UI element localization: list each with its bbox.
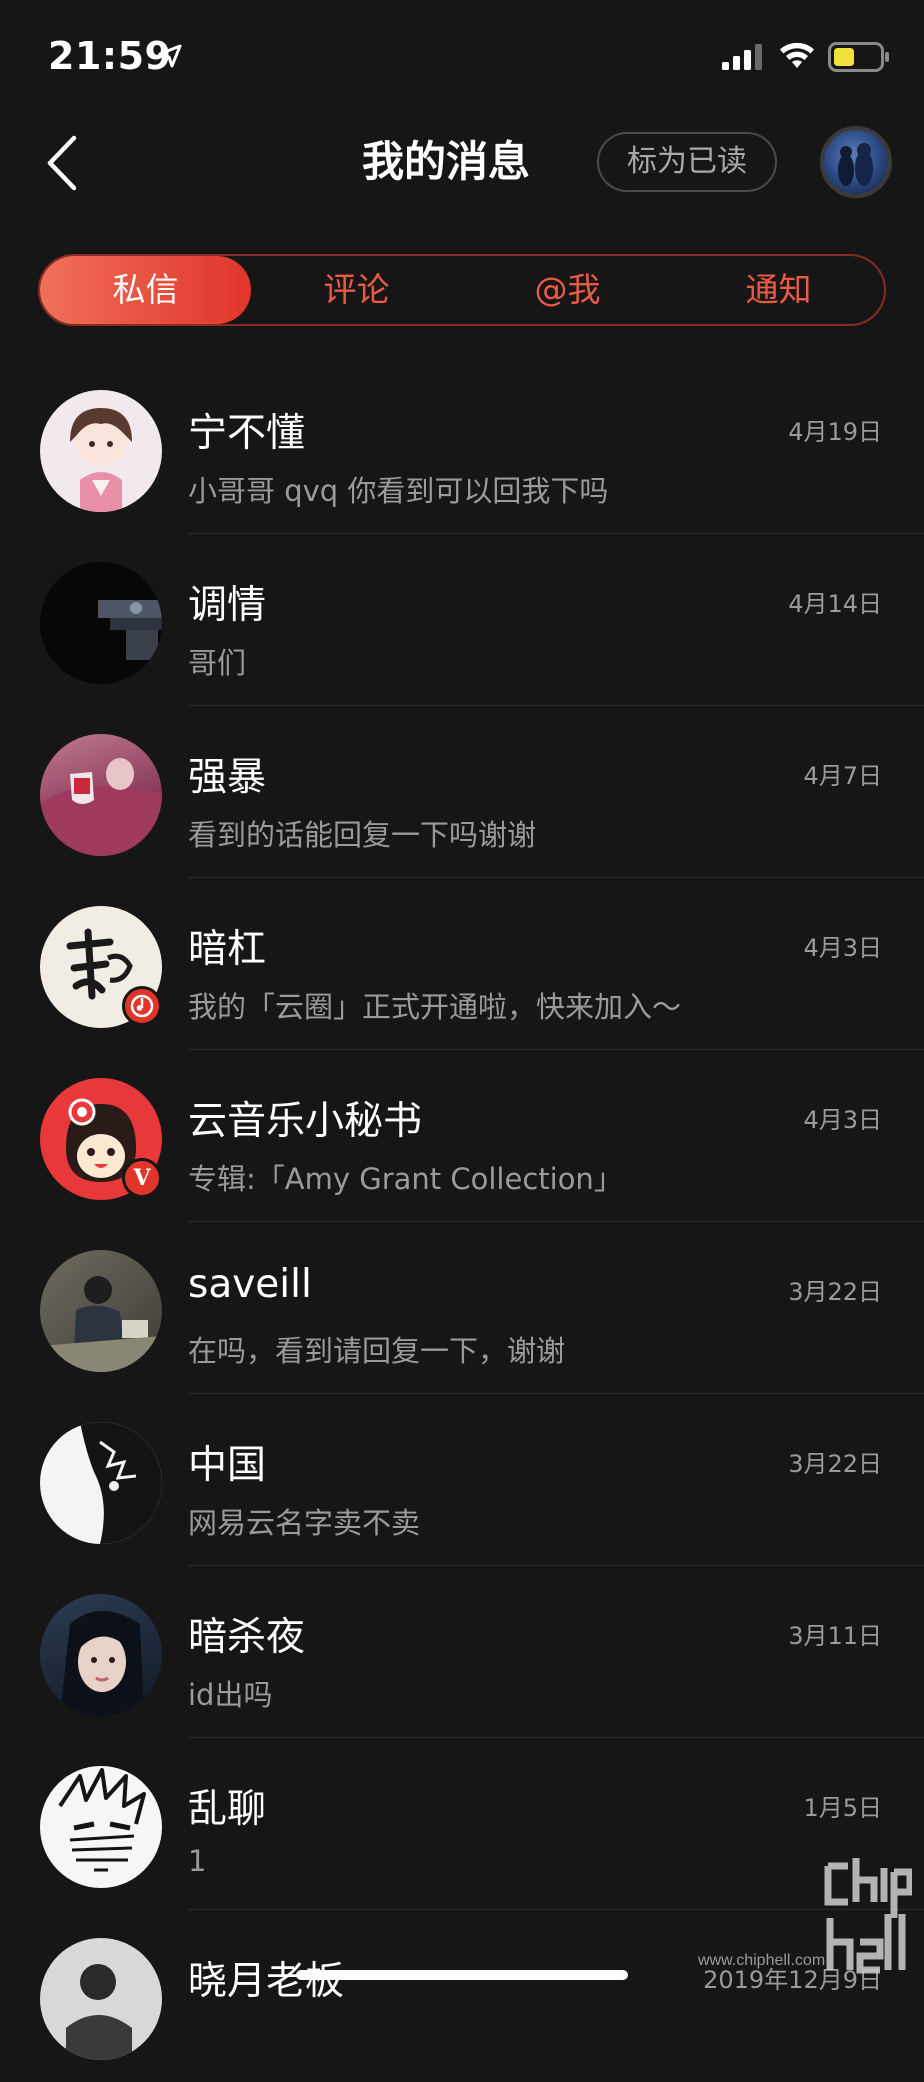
battery-icon xyxy=(828,42,889,72)
message-date: 4月3日 xyxy=(803,934,882,962)
chiphell-watermark-logo xyxy=(824,1858,912,1974)
cellular-signal-icon xyxy=(722,44,762,70)
home-indicator[interactable] xyxy=(296,1970,628,1980)
message-row[interactable]: 暗杀夜 id出吗 3月11日 xyxy=(0,1566,924,1738)
message-date: 3月22日 xyxy=(788,1278,882,1306)
tab-mentions[interactable]: @我 xyxy=(462,256,673,324)
avatar xyxy=(40,1422,162,1544)
profile-avatar[interactable] xyxy=(820,126,892,198)
nav-bar: 我的消息 标为已读 xyxy=(0,112,924,212)
wifi-icon xyxy=(780,42,814,68)
message-preview: 专辑:「Amy Grant Collection」 xyxy=(188,1162,623,1196)
avatar xyxy=(40,1250,162,1372)
message-date: 1月5日 xyxy=(803,1794,882,1822)
message-row[interactable]: 强暴 看到的话能回复一下吗谢谢 4月7日 xyxy=(0,706,924,878)
message-date: 4月7日 xyxy=(803,762,882,790)
message-row[interactable]: 乱聊 1 1月5日 xyxy=(0,1738,924,1910)
avatar xyxy=(40,1766,162,1888)
tab-private-messages[interactable]: 私信 xyxy=(40,256,251,324)
status-bar: 21:59 xyxy=(0,0,924,112)
contact-name: 乱聊 xyxy=(188,1787,267,1832)
contact-name: 中国 xyxy=(188,1443,267,1488)
avatar xyxy=(40,562,162,684)
message-preview: 哥们 xyxy=(188,646,247,680)
message-preview: 看到的话能回复一下吗谢谢 xyxy=(188,818,537,852)
message-date: 4月19日 xyxy=(788,418,882,446)
contact-name: 云音乐小秘书 xyxy=(188,1099,423,1144)
message-row[interactable]: 暗杠 我的「云圈」正式开通啦，快来加入～ 4月3日 xyxy=(0,878,924,1050)
contact-name: 调情 xyxy=(188,583,267,628)
avatar xyxy=(40,734,162,856)
avatar xyxy=(40,1594,162,1716)
contact-name: 暗杠 xyxy=(188,927,267,972)
message-preview: id出吗 xyxy=(188,1678,273,1712)
message-row[interactable]: 晓月老板 2019年12月9日 xyxy=(0,1910,924,2082)
location-arrow-icon xyxy=(158,44,182,68)
avatar xyxy=(40,1938,162,2060)
message-date: 4月3日 xyxy=(803,1106,882,1134)
watermark-text: www.chiphell.com xyxy=(698,1952,826,1969)
tab-comments[interactable]: 评论 xyxy=(251,256,462,324)
message-row[interactable]: 调情 哥们 4月14日 xyxy=(0,534,924,706)
back-arrow-icon[interactable] xyxy=(40,134,86,192)
profile-avatar-image xyxy=(838,143,873,186)
message-date: 4月14日 xyxy=(788,590,882,618)
message-row[interactable]: 宁不懂 小哥哥 qvq 你看到可以回我下吗 4月19日 xyxy=(0,362,924,534)
contact-name: 暗杀夜 xyxy=(188,1615,306,1660)
message-tabs: 私信 评论 @我 通知 xyxy=(38,254,886,326)
contact-name: saveill xyxy=(188,1262,312,1307)
message-date: 3月11日 xyxy=(788,1622,882,1650)
message-preview: 1 xyxy=(188,1844,207,1878)
contact-name: 强暴 xyxy=(188,755,267,800)
message-row[interactable]: saveill 在吗，看到请回复一下，谢谢 3月22日 xyxy=(0,1222,924,1394)
avatar xyxy=(40,390,162,512)
message-preview: 网易云名字卖不卖 xyxy=(188,1506,421,1540)
music-note-icon xyxy=(122,986,162,1026)
status-time: 21:59 xyxy=(48,34,172,78)
message-preview: 我的「云圈」正式开通啦，快来加入～ xyxy=(188,990,682,1024)
message-preview: 在吗，看到请回复一下，谢谢 xyxy=(188,1334,566,1368)
message-row[interactable]: V 云音乐小秘书 专辑:「Amy Grant Collection」 4月3日 xyxy=(0,1050,924,1222)
message-date: 3月22日 xyxy=(788,1450,882,1478)
message-list: 宁不懂 小哥哥 qvq 你看到可以回我下吗 4月19日 调情 哥们 4月14日 xyxy=(0,362,924,2082)
message-preview: 小哥哥 qvq 你看到可以回我下吗 xyxy=(188,474,609,508)
tab-notifications[interactable]: 通知 xyxy=(673,256,884,324)
contact-name: 宁不懂 xyxy=(188,411,306,456)
verified-badge: V xyxy=(122,1158,162,1198)
mark-as-read-button[interactable]: 标为已读 xyxy=(597,132,777,192)
page-title: 我的消息 xyxy=(362,137,531,186)
message-row[interactable]: 中国 网易云名字卖不卖 3月22日 xyxy=(0,1394,924,1566)
